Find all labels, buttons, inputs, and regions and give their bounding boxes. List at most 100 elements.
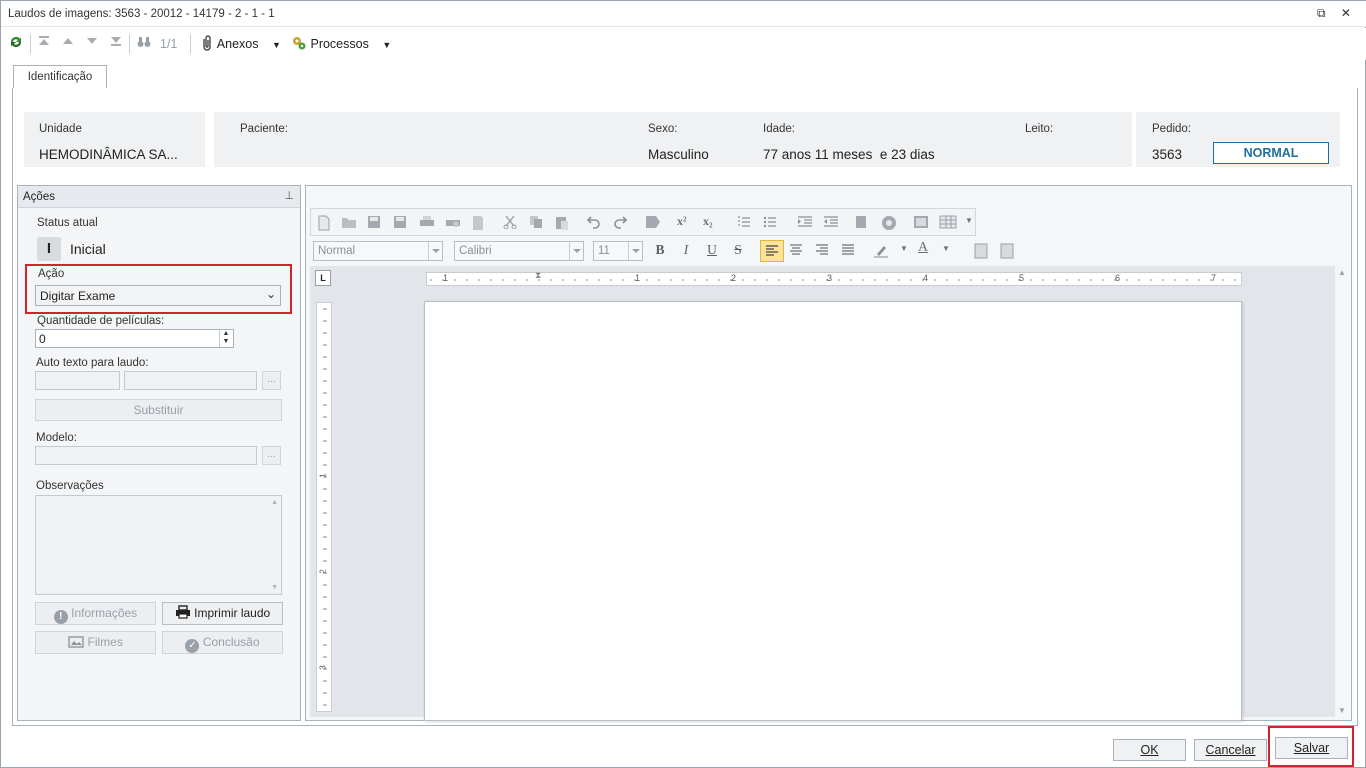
bookmark-icon[interactable] bbox=[855, 215, 871, 231]
quantidade-input[interactable]: 0 ▲ ▼ bbox=[35, 329, 234, 348]
document-page[interactable] bbox=[424, 301, 1242, 721]
ruler-number: 1 bbox=[443, 273, 449, 283]
bullet-list-icon[interactable] bbox=[763, 215, 779, 231]
tab-identificacao[interactable]: Identificação bbox=[13, 65, 107, 89]
redo-icon[interactable] bbox=[613, 215, 629, 231]
underline-icon[interactable]: U bbox=[703, 242, 721, 258]
style-select[interactable]: Normal bbox=[313, 241, 443, 261]
scroll-up-icon[interactable]: ▲ bbox=[1338, 268, 1346, 277]
font-size-select[interactable]: 11 bbox=[593, 241, 643, 261]
superscript-icon[interactable]: x² bbox=[677, 214, 687, 229]
chevron-down-icon[interactable]: ▼ bbox=[900, 244, 908, 253]
vertical-scrollbar[interactable]: ▲ ▼ bbox=[1335, 266, 1350, 717]
ruler-number: 2 bbox=[731, 273, 737, 283]
indent-marker-icon[interactable]: ⧗ bbox=[535, 270, 541, 281]
next-record-icon[interactable] bbox=[85, 34, 99, 54]
auto-texto-desc-input[interactable] bbox=[124, 371, 257, 390]
modelo-input[interactable] bbox=[35, 446, 257, 465]
paste-icon[interactable] bbox=[555, 215, 571, 231]
unidade-label: Unidade bbox=[39, 123, 82, 135]
substituir-button[interactable]: Substituir bbox=[35, 399, 282, 421]
editor-toolbar-1: x² x₂ ▼ bbox=[310, 208, 976, 236]
insert-table-icon[interactable] bbox=[939, 215, 957, 231]
subscript-icon[interactable]: x₂ bbox=[703, 214, 713, 229]
binoculars-icon[interactable] bbox=[136, 34, 152, 54]
cancelar-button[interactable]: Cancelar bbox=[1194, 739, 1267, 761]
align-justify-icon[interactable] bbox=[841, 243, 857, 259]
image-icon bbox=[68, 636, 87, 651]
highlight-icon[interactable] bbox=[873, 243, 889, 259]
unidade-value: HEMODINÂMICA SA... bbox=[39, 147, 178, 162]
horizontal-ruler[interactable]: 1 1 2 3 4 5 6 7 ⧗ bbox=[426, 270, 1242, 286]
ok-label: OK bbox=[1140, 743, 1159, 757]
chevron-down-icon[interactable]: ▼ bbox=[942, 244, 950, 253]
scroll-up-icon[interactable]: ▲ bbox=[271, 499, 278, 506]
print-preview-icon[interactable] bbox=[445, 215, 461, 231]
status-value: Inicial bbox=[70, 241, 106, 257]
copy-icon[interactable] bbox=[529, 215, 545, 231]
vertical-ruler-number: 1 bbox=[318, 473, 328, 478]
font-select[interactable]: Calibri bbox=[454, 241, 584, 261]
page-setup-icon[interactable] bbox=[471, 215, 487, 231]
save-all-icon[interactable] bbox=[393, 215, 409, 231]
pin-icon[interactable]: ⊥ bbox=[284, 189, 294, 202]
priority-badge: NORMAL bbox=[1213, 142, 1329, 164]
auto-texto-lookup-button[interactable]: ... bbox=[262, 371, 281, 390]
print-icon[interactable] bbox=[419, 215, 435, 231]
acao-highlight bbox=[25, 264, 292, 314]
tab-stop-selector[interactable]: L bbox=[315, 270, 331, 286]
spin-buttons[interactable]: ▲ ▼ bbox=[219, 330, 232, 347]
align-right-icon[interactable] bbox=[815, 243, 831, 259]
align-center-icon[interactable] bbox=[789, 243, 805, 259]
imprimir-label: Imprimir laudo bbox=[194, 606, 271, 620]
window-controls[interactable]: ⧉ ✕ bbox=[1317, 6, 1357, 21]
scroll-down-icon[interactable]: ▼ bbox=[1338, 706, 1346, 715]
page-layout-icon[interactable] bbox=[1000, 243, 1016, 259]
previous-record-icon[interactable] bbox=[61, 34, 75, 54]
quantidade-value: 0 bbox=[39, 332, 46, 346]
spell-check-icon[interactable] bbox=[645, 215, 661, 231]
hyperlink-icon[interactable] bbox=[881, 215, 897, 231]
auto-texto-code-input[interactable] bbox=[35, 371, 120, 390]
last-record-icon[interactable] bbox=[109, 34, 123, 54]
increase-indent-icon[interactable] bbox=[797, 215, 813, 231]
style-value: Normal bbox=[318, 245, 356, 257]
imprimir-laudo-button[interactable]: Imprimir laudo bbox=[162, 602, 283, 625]
italic-icon[interactable]: I bbox=[677, 242, 695, 258]
observacoes-textarea[interactable]: ▲ ▼ bbox=[35, 495, 282, 595]
conclusao-button[interactable]: ✓ Conclusão bbox=[162, 631, 283, 654]
leito-label: Leito: bbox=[1025, 123, 1054, 135]
new-document-icon[interactable] bbox=[317, 215, 333, 231]
align-left-icon[interactable] bbox=[760, 240, 784, 262]
numbered-list-icon[interactable] bbox=[737, 215, 753, 231]
ruler-number: 5 bbox=[1019, 273, 1025, 283]
save-icon[interactable] bbox=[367, 215, 383, 231]
chevron-down-icon[interactable]: ▼ bbox=[965, 216, 973, 225]
open-folder-icon[interactable] bbox=[341, 215, 357, 231]
vertical-ruler-number: 3 bbox=[318, 665, 328, 670]
strikethrough-icon[interactable]: S bbox=[729, 242, 747, 258]
auto-texto-label: Auto texto para laudo: bbox=[36, 357, 149, 369]
processos-menu[interactable]: Processos ▼ bbox=[291, 34, 391, 54]
page-columns-icon[interactable] bbox=[974, 243, 990, 259]
informacoes-button[interactable]: ! Informações bbox=[35, 602, 156, 625]
ok-button[interactable]: OK bbox=[1113, 739, 1186, 761]
tab-strip: Identificação bbox=[12, 65, 1358, 89]
decrease-indent-icon[interactable] bbox=[823, 215, 839, 231]
record-counter: 1/1 bbox=[160, 37, 178, 51]
scroll-down-icon[interactable]: ▼ bbox=[271, 584, 278, 591]
undo-icon[interactable] bbox=[586, 215, 603, 231]
anexos-menu[interactable]: Anexos ▼ bbox=[200, 34, 281, 54]
bold-icon[interactable]: B bbox=[651, 242, 669, 258]
first-record-icon[interactable] bbox=[37, 34, 51, 54]
filmes-button[interactable]: Filmes bbox=[35, 631, 156, 654]
insert-image-icon[interactable] bbox=[913, 215, 929, 231]
modelo-lookup-button[interactable]: ... bbox=[262, 446, 281, 465]
refresh-icon[interactable] bbox=[8, 34, 24, 54]
cut-icon[interactable] bbox=[503, 215, 519, 231]
window-title: Laudos de imagens: 3563 - 20012 - 14179 … bbox=[8, 8, 275, 20]
printer-icon bbox=[175, 605, 194, 622]
info-icon: ! bbox=[53, 610, 68, 624]
font-color-icon[interactable]: A bbox=[918, 240, 928, 256]
informacoes-label: Informações bbox=[71, 606, 138, 620]
